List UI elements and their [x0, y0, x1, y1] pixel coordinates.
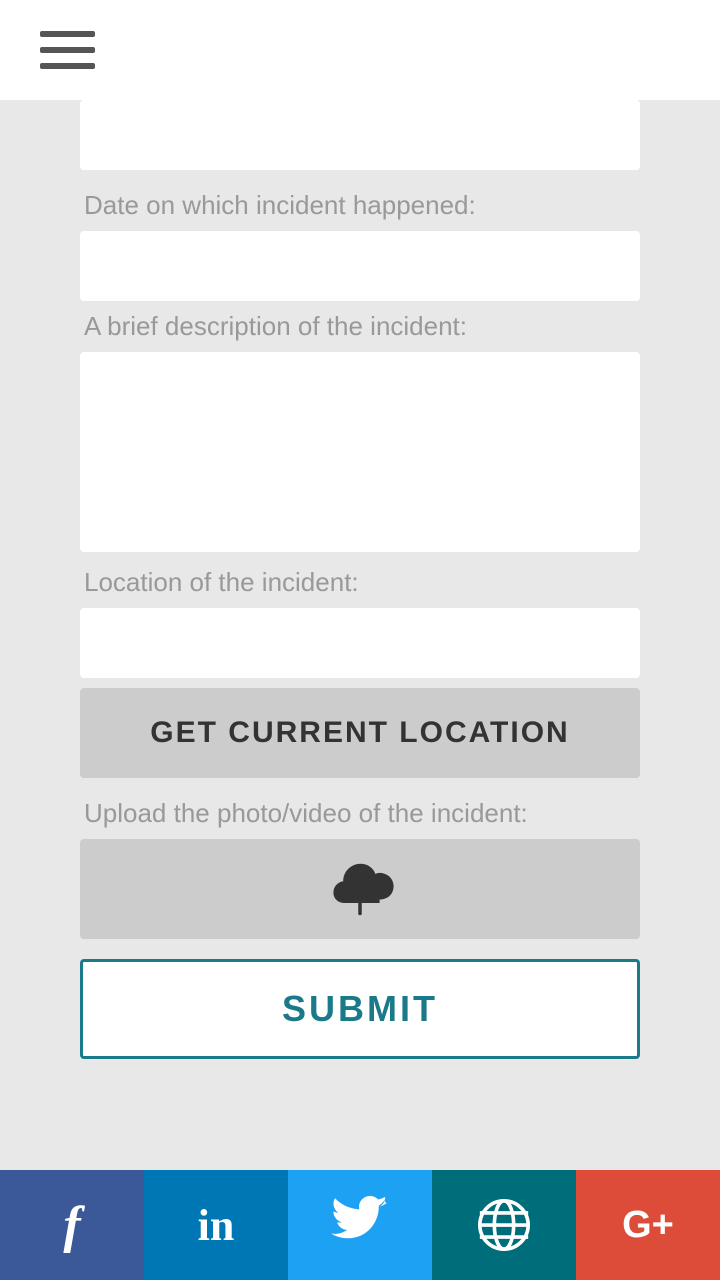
linkedin-button[interactable]: in: [144, 1170, 288, 1280]
hamburger-menu-button[interactable]: [40, 31, 95, 69]
get-location-button[interactable]: GET CURRENT LOCATION: [80, 688, 640, 778]
web-button[interactable]: [432, 1170, 576, 1280]
submit-button[interactable]: SUBMIT: [80, 959, 640, 1059]
googleplus-button[interactable]: G+: [576, 1170, 720, 1280]
form-container: Date on which incident happened: A brief…: [0, 100, 720, 1219]
date-label: Date on which incident happened:: [80, 190, 640, 221]
facebook-button[interactable]: f: [0, 1170, 144, 1280]
date-input[interactable]: [80, 231, 640, 301]
upload-label: Upload the photo/video of the incident:: [80, 798, 640, 829]
upload-cloud-icon: [325, 854, 395, 924]
description-input[interactable]: [80, 352, 640, 552]
header: [0, 0, 720, 100]
facebook-icon: f: [63, 1196, 80, 1255]
description-label: A brief description of the incident:: [80, 311, 640, 342]
social-bar: f in G+: [0, 1170, 720, 1280]
twitter-icon: [331, 1196, 389, 1254]
date-field-group: Date on which incident happened:: [80, 190, 640, 301]
googleplus-icon: G+: [622, 1204, 674, 1247]
location-label: Location of the incident:: [80, 567, 640, 598]
description-field-group: A brief description of the incident:: [80, 311, 640, 557]
linkedin-icon: in: [198, 1200, 235, 1251]
location-field-group: Location of the incident:: [80, 567, 640, 678]
top-input-field[interactable]: [80, 100, 640, 170]
globe-icon: [475, 1196, 533, 1254]
twitter-button[interactable]: [288, 1170, 432, 1280]
upload-area[interactable]: [80, 839, 640, 939]
location-input[interactable]: [80, 608, 640, 678]
